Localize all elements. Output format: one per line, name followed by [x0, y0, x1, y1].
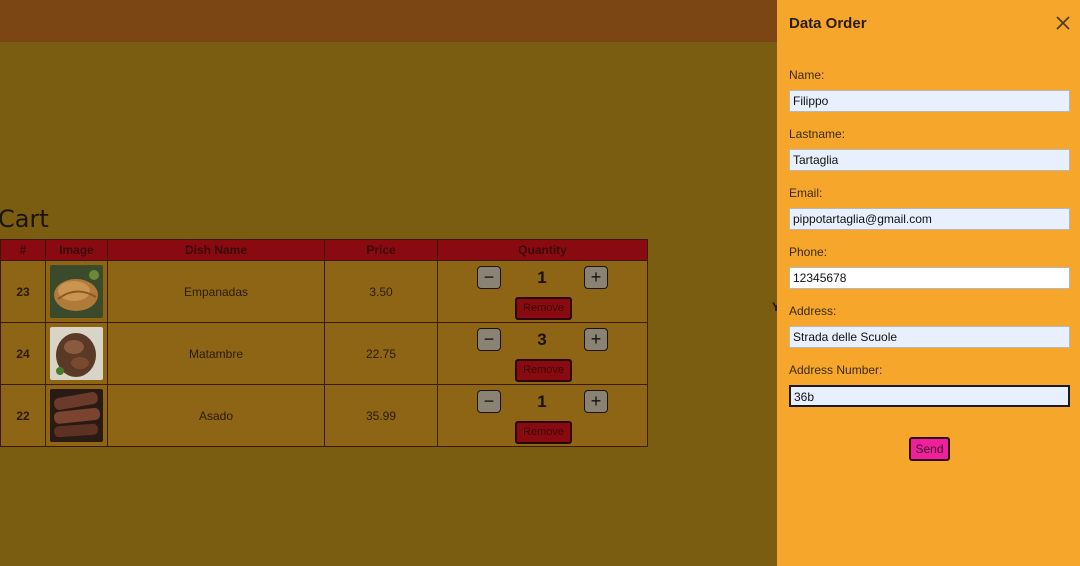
remove-button[interactable]: Remove: [515, 420, 572, 444]
table-row: 23 Empanadas 3.50 − 1 + Remove: [0, 260, 648, 323]
lastname-label: Lastname:: [789, 127, 846, 141]
quantity-cell: − 1 + Remove: [437, 384, 648, 447]
cart-table: # Image Dish Name Price Quantity 23 Empa…: [0, 239, 648, 447]
remove-button[interactable]: Remove: [515, 296, 572, 320]
remove-button[interactable]: Remove: [515, 358, 572, 382]
address-field[interactable]: Strada delle Scuole: [789, 326, 1070, 348]
dish-id: 24: [0, 322, 46, 385]
lastname-field[interactable]: Tartaglia: [789, 149, 1070, 171]
quantity-cell: − 1 + Remove: [437, 260, 648, 323]
phone-label: Phone:: [789, 245, 828, 259]
dish-id: 22: [0, 384, 46, 447]
dish-price: 35.99: [324, 384, 438, 447]
dish-price: 3.50: [324, 260, 438, 323]
email-label: Email:: [789, 186, 823, 200]
cart-title: Cart: [0, 205, 49, 233]
column-header-price: Price: [324, 239, 438, 261]
quantity-value: 1: [537, 391, 547, 411]
dish-id: 23: [0, 260, 46, 323]
table-row: 22 Asado 35.99 − 1 + Remove: [0, 384, 648, 447]
column-header-id: #: [0, 239, 46, 261]
decrease-quantity-button[interactable]: −: [477, 389, 501, 413]
dish-image-cell: [45, 322, 108, 385]
dish-name: Asado: [107, 384, 325, 447]
table-header-row: # Image Dish Name Price Quantity: [0, 239, 648, 261]
quantity-value: 3: [537, 329, 547, 349]
quantity-value: 1: [537, 267, 547, 287]
address-number-field[interactable]: 36b: [789, 385, 1070, 407]
dish-name: Empanadas: [107, 260, 325, 323]
name-field[interactable]: Filippo: [789, 90, 1070, 112]
increase-quantity-button[interactable]: +: [584, 389, 608, 413]
dish-price: 22.75: [324, 322, 438, 385]
send-button[interactable]: Send: [909, 437, 950, 461]
quantity-cell: − 3 + Remove: [437, 322, 648, 385]
email-field[interactable]: pippotartaglia@gmail.com: [789, 208, 1070, 230]
column-header-image: Image: [45, 239, 108, 261]
table-row: 24 Matambre 22.75 − 3 + Remove: [0, 322, 648, 385]
decrease-quantity-button[interactable]: −: [477, 265, 501, 289]
matambre-image: [50, 327, 103, 380]
close-icon[interactable]: [1054, 14, 1072, 32]
phone-field[interactable]: 12345678: [789, 267, 1070, 289]
empanadas-image: [50, 265, 103, 318]
column-header-dish-name: Dish Name: [107, 239, 325, 261]
panel-title: Data Order: [789, 15, 867, 32]
dish-image-cell: [45, 384, 108, 447]
decrease-quantity-button[interactable]: −: [477, 327, 501, 351]
dish-image-cell: [45, 260, 108, 323]
column-header-quantity: Quantity: [437, 239, 648, 261]
increase-quantity-button[interactable]: +: [584, 265, 608, 289]
address-label: Address:: [789, 304, 837, 318]
dish-name: Matambre: [107, 322, 325, 385]
asado-image: [50, 389, 103, 442]
order-panel: Data Order Name: Filippo Lastname: Tarta…: [777, 0, 1080, 566]
name-label: Name:: [789, 68, 825, 82]
increase-quantity-button[interactable]: +: [584, 327, 608, 351]
address-number-label: Address Number:: [789, 363, 883, 377]
